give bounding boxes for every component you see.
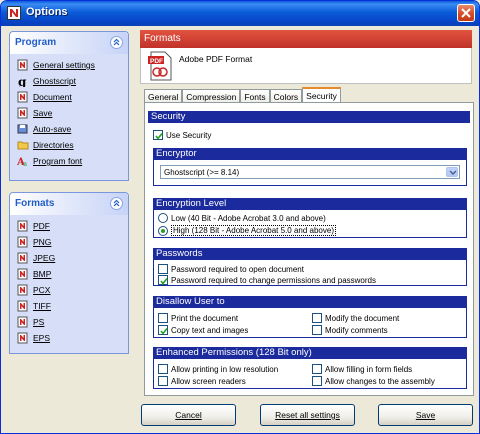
app-icon [7,6,21,20]
nav-directories[interactable]: Directories [17,138,74,152]
low-res-printing-checkbox[interactable]: Allow printing in low resolution [158,364,278,374]
nav-ghostscript[interactable]: g Ghostscript [17,74,76,89]
format-item-bmp[interactable]: BMP [17,267,51,281]
tab-strip: General Compression Fonts Colors Securit… [144,87,341,104]
screen-readers-checkbox[interactable]: Allow screen readers [158,376,246,386]
svg-text:a: a [23,160,27,167]
program-panel-body: General settings g Ghostscript Document … [10,54,128,180]
disallow-group: Disallow User to Print the document Modi… [153,296,467,338]
nav-program-font[interactable]: Aa Program font [16,154,82,168]
format-item-eps[interactable]: EPS [17,331,50,345]
pdf-file-icon [17,300,29,312]
collapse-icon[interactable] [110,36,123,49]
title-bar[interactable]: Options [1,1,479,26]
high-encryption-radio[interactable]: High (128 Bit - Adobe Acrobat 5.0 and ab… [158,225,336,236]
document-icon [17,91,29,103]
checkmark-icon [160,278,168,285]
format-item-jpeg[interactable]: JPEG [17,251,55,265]
reset-all-settings-button[interactable]: Reset all settings [260,404,355,426]
use-security-checkbox[interactable]: Use Security [153,130,211,140]
pdf-file-icon [17,316,29,328]
format-info: PDF Adobe PDF Format [140,48,472,84]
enhanced-permissions-group: Enhanced Permissions (128 Bit only) Allo… [153,347,467,389]
passwords-group: Passwords Password required to open docu… [153,248,467,286]
pdf-format-icon: PDF [147,51,173,81]
modify-document-checkbox[interactable]: Modify the document [312,313,399,323]
format-item-pcx[interactable]: PCX [17,283,50,297]
password-open-checkbox[interactable]: Password required to open document [158,264,304,274]
fill-forms-checkbox[interactable]: Allow filling in form fields [312,364,412,374]
format-item-png[interactable]: PNG [17,235,51,249]
options-window: Options Program General settings g Ghost… [0,0,480,434]
svg-text:g: g [18,75,27,87]
font-icon: Aa [16,155,29,168]
security-tab-page: Security Use Security Encryptor Ghostscr… [144,102,474,396]
format-name: Adobe PDF Format [179,54,253,64]
nav-auto-save[interactable]: Auto-save [17,122,71,136]
pdf-file-icon [17,332,29,344]
program-panel: Program General settings g Ghostscript D… [9,31,129,181]
formats-panel-header[interactable]: Formats [10,193,128,215]
nav-document[interactable]: Document [17,90,72,104]
disallow-header: Disallow User to [153,296,467,308]
checkbox-box[interactable] [153,130,163,140]
settings-icon [17,59,29,71]
pdf-file-icon [17,252,29,264]
checkmark-icon [160,328,168,335]
encryptor-group: Encryptor Ghostscript (>= 8.14) [153,148,467,186]
radio-circle[interactable] [158,213,168,223]
formats-panel: Formats PDF PNG JPEG BMP PCX TIFF PS EPS [9,192,129,354]
encryptor-select[interactable]: Ghostscript (>= 8.14) [160,165,460,179]
window-title: Options [26,6,68,18]
pdf-file-icon [17,236,29,248]
enhanced-permissions-header: Enhanced Permissions (128 Bit only) [153,347,467,359]
security-header: Security [148,111,470,123]
svg-text:PDF: PDF [150,58,163,65]
chevron-down-icon[interactable] [446,167,458,177]
formats-section-header: Formats [140,30,472,48]
assembly-changes-checkbox[interactable]: Allow changes to the assembly [312,376,435,386]
encryption-level-header: Encryption Level [153,198,467,210]
pdf-file-icon [17,268,29,280]
cancel-button[interactable]: Cancel [141,404,236,426]
format-item-ps[interactable]: PS [17,315,44,329]
encryptor-header: Encryptor [153,148,467,160]
save-button[interactable]: Save [378,404,473,426]
ghostscript-icon: g [17,75,29,89]
copy-text-checkbox[interactable]: Copy text and images [158,325,248,335]
collapse-icon[interactable] [110,197,123,210]
folder-icon [17,139,29,151]
program-panel-header[interactable]: Program [10,32,128,54]
close-button[interactable] [457,4,475,22]
nav-general-settings[interactable]: General settings [17,58,95,72]
pdf-file-icon [17,220,29,232]
pdf-file-icon [17,284,29,296]
print-document-checkbox[interactable]: Print the document [158,313,238,323]
checkmark-icon [155,133,163,140]
nav-save[interactable]: Save [17,106,52,120]
radio-dot [161,228,165,233]
close-icon [461,8,471,18]
formats-panel-body: PDF PNG JPEG BMP PCX TIFF PS EPS [10,215,128,353]
low-encryption-radio[interactable]: Low (40 Bit - Adobe Acrobat 3.0 and abov… [158,213,326,223]
modify-comments-checkbox[interactable]: Modify comments [312,325,388,335]
program-panel-title: Program [15,37,57,48]
encryption-level-group: Encryption Level Low (40 Bit - Adobe Acr… [153,198,467,238]
format-item-tiff[interactable]: TIFF [17,299,51,313]
passwords-header: Passwords [153,248,467,260]
radio-circle[interactable] [158,225,168,236]
formats-panel-title: Formats [15,198,55,209]
autosave-icon [17,123,29,135]
password-change-checkbox[interactable]: Password required to change permissions … [158,275,376,285]
format-item-pdf[interactable]: PDF [17,219,50,233]
save-icon [17,107,29,119]
